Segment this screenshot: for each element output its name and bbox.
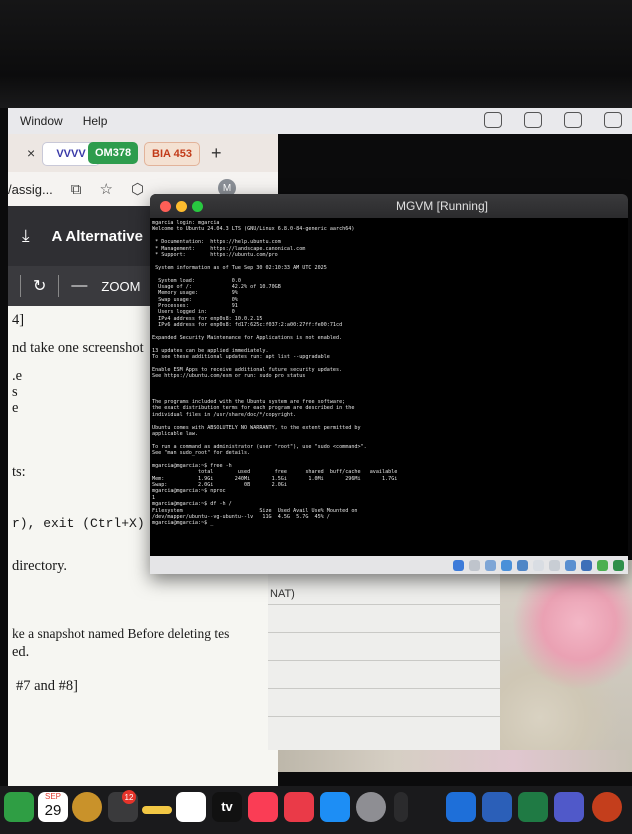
table-divider — [268, 632, 500, 633]
terminal-line: mgarcia@mgarcia:~$ _ — [152, 520, 214, 527]
doc-line: ke a snapshot named Before deleting tes — [12, 626, 230, 641]
vm-window-title: MGVM [Running] — [395, 199, 488, 213]
toolbar-divider — [20, 275, 21, 297]
optical-drive-icon[interactable] — [469, 559, 480, 571]
dock-outlook-icon[interactable] — [446, 792, 476, 822]
vm-status-bar — [150, 556, 628, 574]
tab-bia453[interactable]: BIA 453 — [144, 142, 200, 166]
table-divider — [268, 604, 500, 605]
tab-close-icon[interactable]: × — [20, 142, 42, 164]
url-field[interactable]: /assig... — [8, 182, 53, 197]
hard-disk-icon[interactable] — [453, 559, 464, 571]
calendar-month: SEP — [44, 792, 61, 801]
status-icon-2[interactable] — [524, 112, 542, 128]
dock-app-gold-icon[interactable] — [72, 792, 102, 822]
alternative-a-icon: A — [51, 227, 66, 245]
doc-line: s — [12, 384, 18, 400]
menu-help[interactable]: Help — [83, 114, 108, 128]
dock-excel-icon[interactable] — [518, 792, 548, 822]
dock-music-icon[interactable] — [248, 792, 278, 822]
toolbar-divider — [58, 275, 60, 297]
dock-app-store-icon[interactable] — [320, 792, 350, 822]
dock-freeform-icon[interactable] — [176, 792, 206, 822]
doc-line: e — [12, 400, 19, 416]
display-icon[interactable] — [549, 559, 560, 571]
vm-title-bar[interactable]: MGVM [Running] — [150, 194, 628, 218]
dock-apple-tv-icon[interactable]: tv — [212, 792, 242, 822]
bookmark-star-icon[interactable]: ☆ — [100, 180, 113, 198]
dock-app-dark-icon[interactable] — [394, 792, 408, 822]
browser-tab-bar: × VVVV OM378 BIA 453 + — [8, 134, 278, 172]
shared-folders-icon[interactable] — [533, 559, 544, 571]
minimize-window-button[interactable] — [176, 201, 187, 212]
dock-app-green-icon[interactable] — [4, 792, 34, 822]
audio-icon[interactable] — [485, 559, 496, 571]
install-app-icon[interactable]: ⧉ — [71, 181, 82, 198]
close-window-button[interactable] — [160, 201, 171, 212]
zoom-out-icon[interactable]: — — [71, 277, 87, 295]
cpu-icon[interactable] — [581, 559, 592, 571]
terminal-console[interactable]: mgarcia login: mgarcia Welcome to Ubuntu … — [152, 220, 626, 556]
alternative-label: Alternative — [65, 227, 143, 245]
doc-line: #7 and #8] — [16, 678, 79, 694]
table-divider — [268, 688, 500, 689]
table-divider — [268, 716, 500, 717]
dock-notes-icon[interactable] — [142, 806, 172, 814]
menubar-tray — [484, 112, 622, 128]
doc-line: ed. — [12, 644, 30, 660]
background-settings-window — [268, 560, 500, 750]
recording-icon[interactable] — [565, 559, 576, 571]
doc-line: 4] — [12, 312, 25, 328]
dock-teams-icon[interactable] — [554, 792, 584, 822]
download-icon[interactable]: ⤓ — [22, 226, 30, 246]
network-mode-fragment: NAT) — [270, 588, 295, 600]
usb-icon[interactable] — [517, 559, 528, 571]
alternative-formats-button[interactable]: A Alternative — [52, 228, 143, 245]
mail-unread-badge: 12 — [122, 790, 136, 804]
status-icon-1[interactable] — [484, 112, 502, 128]
mouse-integration-icon[interactable] — [597, 559, 608, 571]
extensions-icon[interactable]: ⬡ — [131, 180, 144, 198]
tv-label: tv — [221, 799, 233, 814]
desktop-wallpaper-strip — [278, 750, 632, 772]
dock-news-icon[interactable] — [284, 792, 314, 822]
doc-line: nd take one screenshot — [12, 340, 144, 356]
dock-word-icon[interactable] — [482, 792, 512, 822]
status-icon-3[interactable] — [564, 112, 582, 128]
zoom-window-button[interactable] — [192, 201, 203, 212]
doc-line: ts: — [12, 464, 26, 480]
calendar-day: 29 — [44, 802, 62, 819]
doc-line: directory. — [12, 558, 68, 574]
host-key-icon[interactable] — [613, 559, 624, 571]
dock-system-settings-icon[interactable] — [356, 792, 386, 822]
menu-window[interactable]: Window — [20, 114, 63, 128]
dock-calendar-icon[interactable]: SEP 29 — [38, 792, 68, 822]
rotate-icon[interactable]: ↻ — [33, 276, 46, 296]
dock-powerpoint-icon[interactable] — [592, 792, 622, 822]
doc-line: r), exit (Ctrl+X) — [12, 516, 145, 531]
network-icon[interactable] — [501, 559, 512, 571]
tab-om378[interactable]: OM378 — [88, 142, 139, 164]
new-tab-button[interactable]: + — [204, 142, 229, 164]
desktop-wallpaper — [500, 560, 632, 770]
room-background — [0, 0, 632, 108]
zoom-label: ZOOM — [101, 278, 141, 294]
macos-menu-bar: Window Help — [8, 108, 632, 134]
virtualbox-vm-window: MGVM [Running] mgarcia login: mgarcia Wel… — [150, 194, 628, 574]
status-icon-4[interactable] — [604, 112, 622, 128]
table-divider — [268, 660, 500, 661]
doc-line: .e — [12, 368, 23, 384]
